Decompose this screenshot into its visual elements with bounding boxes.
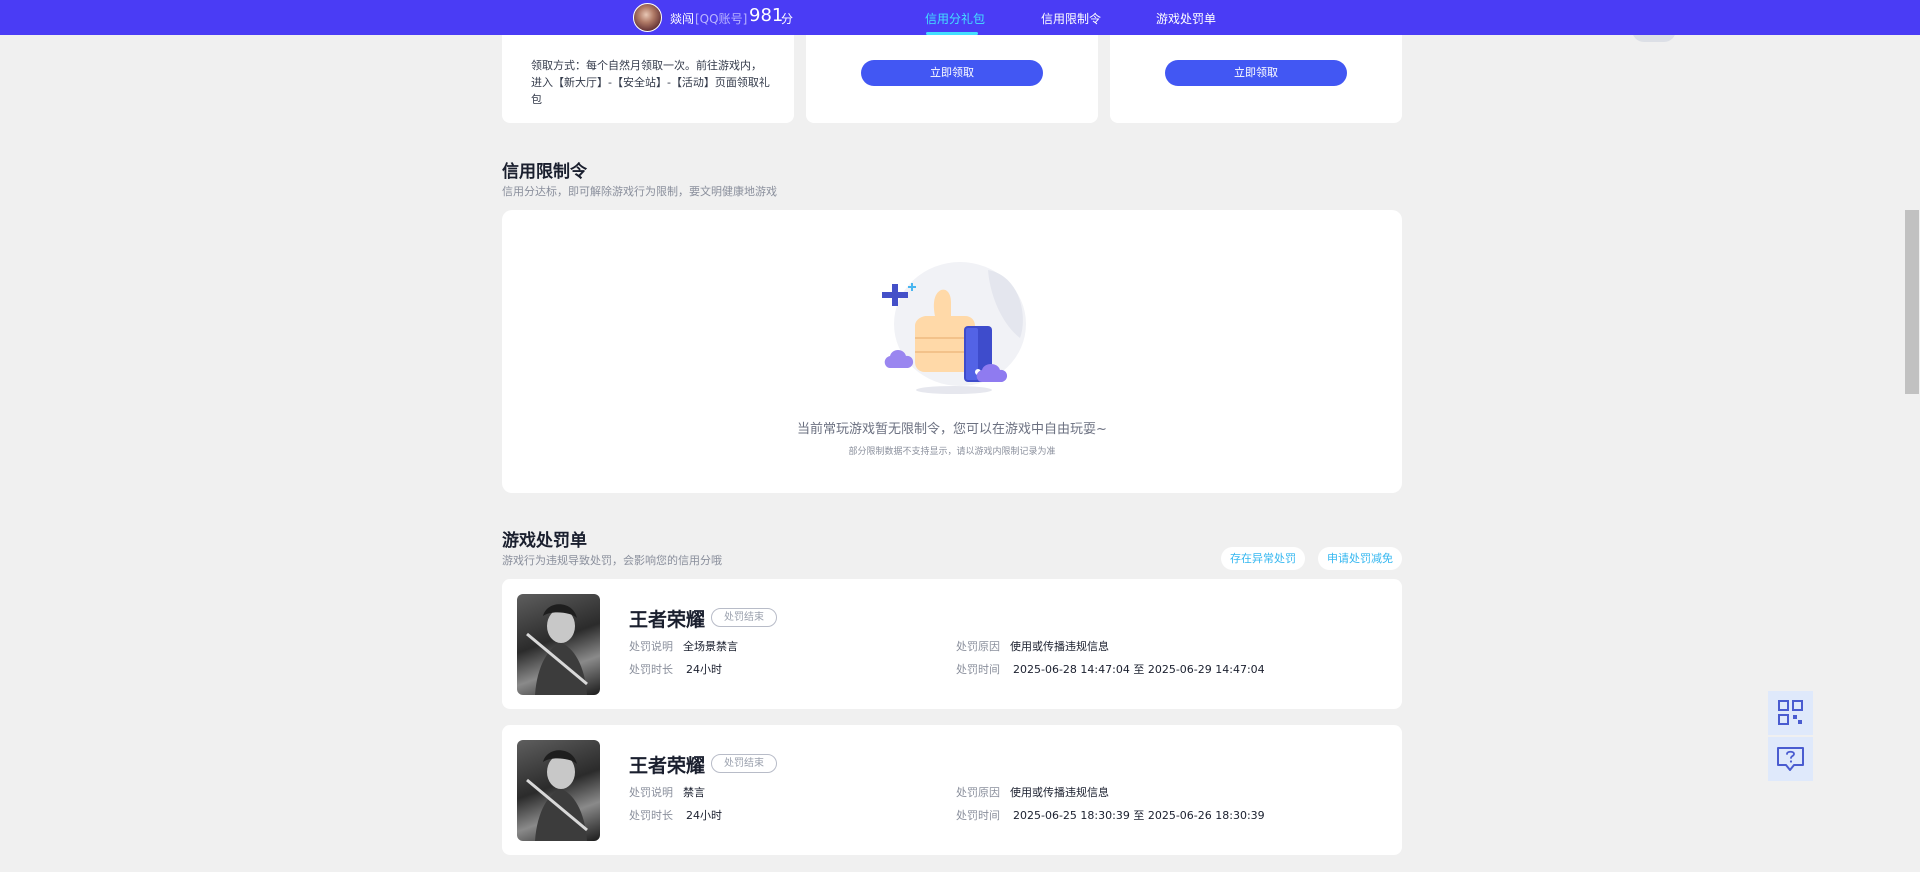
game-name: 王者荣耀: [629, 609, 706, 631]
gift-card-3: 立即领取: [1110, 20, 1402, 123]
punishment-desc-label: 处罚说明: [629, 786, 673, 799]
help-chat-icon: [1777, 747, 1804, 771]
help-chat-button[interactable]: [1768, 737, 1813, 781]
gift-claim-instructions: 领取方式：每个自然月领取一次。前往游戏内，进入【新大厅】-【安全站】-【活动】页…: [531, 59, 770, 106]
tab-game-punishment[interactable]: 游戏处罚单: [1156, 10, 1216, 27]
punishment-duration-label: 处罚时长: [629, 809, 673, 822]
restriction-card: 当前常玩游戏暂无限制令，您可以在游戏中自由玩耍~ 部分限制数据不支持显示，请以游…: [502, 210, 1402, 493]
restriction-section-subtitle: 信用分达标，即可解除游戏行为限制，要文明健康地游戏: [502, 185, 777, 198]
punishment-time-value: 2025-06-25 18:30:39 至 2025-06-26 18:30:3…: [1013, 809, 1265, 822]
punishment-duration-value: 24小时: [686, 663, 722, 676]
status-badge: 处罚结束: [711, 608, 777, 627]
punishment-desc-value: 全场景禁言: [683, 640, 738, 653]
hero-portrait-icon: [526, 604, 588, 695]
tab-credit-restriction[interactable]: 信用限制令: [1041, 10, 1101, 27]
game-hero-thumbnail: [517, 740, 600, 841]
punishment-time-label: 处罚时间: [956, 809, 1000, 822]
claim-button[interactable]: 立即领取: [1165, 60, 1347, 86]
thumbs-up-illustration: [882, 262, 1026, 394]
punishment-card[interactable]: 王者荣耀 处罚结束 处罚说明 全场景禁言 处罚时长 24小时 处罚原因 使用或传…: [502, 579, 1402, 709]
punishment-reason-label: 处罚原因: [956, 786, 1000, 799]
apply-punishment-reduction-button[interactable]: 申请处罚减免: [1318, 547, 1402, 570]
qr-code-icon: [1778, 700, 1803, 725]
qr-code-button[interactable]: [1768, 691, 1813, 735]
punishment-time-label: 处罚时间: [956, 663, 1000, 676]
punishment-duration-label: 处罚时长: [629, 663, 673, 676]
credit-score: 981: [749, 5, 784, 26]
page-scrollbar[interactable]: [1904, 0, 1920, 872]
status-badge: 处罚结束: [711, 754, 777, 773]
scrollbar-thumb[interactable]: [1905, 210, 1919, 394]
user-nickname: 燚闯: [670, 12, 695, 26]
punishment-reason-value: 使用或传播违规信息: [1010, 640, 1109, 653]
punishment-section-subtitle: 游戏行为违规导致处罚，会影响您的信用分哦: [502, 554, 722, 567]
game-name: 王者荣耀: [629, 755, 706, 777]
credit-score-unit: 分: [781, 12, 794, 26]
report-abnormal-punishment-button[interactable]: 存在异常处罚: [1221, 547, 1305, 570]
punishment-time-value: 2025-06-28 14:47:04 至 2025-06-29 14:47:0…: [1013, 663, 1265, 676]
punishment-section-title: 游戏处罚单: [502, 531, 587, 551]
tab-credit-gift[interactable]: 信用分礼包: [925, 10, 985, 27]
punishment-reason-label: 处罚原因: [956, 640, 1000, 653]
active-tab-indicator: [926, 32, 978, 35]
claim-button[interactable]: 立即领取: [861, 60, 1043, 86]
punishment-reason-value: 使用或传播违规信息: [1010, 786, 1109, 799]
punishment-desc-label: 处罚说明: [629, 640, 673, 653]
punishment-card[interactable]: 王者荣耀 处罚结束 处罚说明 禁言 处罚时长 24小时 处罚原因 使用或传播违规…: [502, 725, 1402, 855]
empty-state-note: 部分限制数据不支持显示，请以游戏内限制记录为准: [848, 447, 1056, 457]
gift-card-1: 领取方式：每个自然月领取一次。前往游戏内，进入【新大厅】-【安全站】-【活动】页…: [502, 20, 794, 123]
punishment-desc-value: 禁言: [683, 786, 705, 799]
account-type: [QQ账号]: [695, 12, 748, 26]
avatar[interactable]: [633, 3, 662, 32]
top-nav: 燚闯 [QQ账号] 981 分 信用分礼包 信用限制令 游戏处罚单: [0, 0, 1920, 35]
gift-card-2: 立即领取: [806, 20, 1098, 123]
hero-portrait-icon: [526, 750, 588, 841]
empty-state-text: 当前常玩游戏暂无限制令，您可以在游戏中自由玩耍~: [797, 422, 1107, 437]
punishment-duration-value: 24小时: [686, 809, 722, 822]
restriction-section-title: 信用限制令: [502, 162, 587, 182]
game-hero-thumbnail: [517, 594, 600, 695]
